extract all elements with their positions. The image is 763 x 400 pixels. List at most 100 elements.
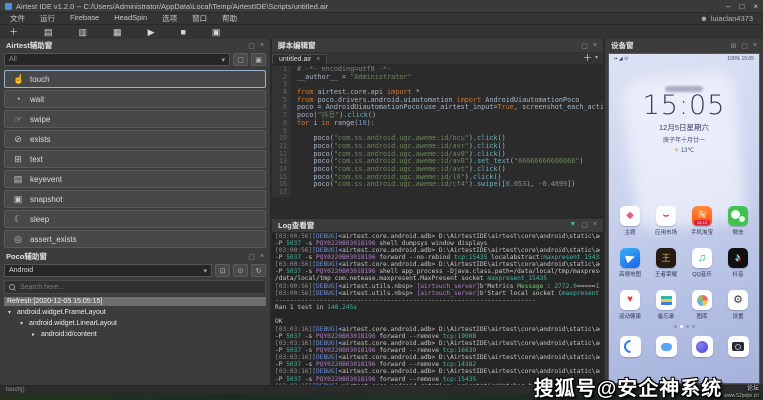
device-tools-icon[interactable]: ⊞ — [730, 42, 736, 50]
app-shortcut[interactable]: 微信 — [720, 206, 756, 236]
app-shortcut[interactable]: 高德地图 — [612, 248, 648, 278]
menu-item[interactable]: 选项 — [162, 13, 177, 24]
app-shortcut[interactable]: 王者荣耀 — [648, 248, 684, 278]
menu-item[interactable]: Firebase — [70, 13, 99, 24]
menu-item[interactable]: HeadSpin — [114, 13, 147, 24]
code-editor[interactable]: 1 # -*- encoding=utf8 -*- 2 __author__ =… — [272, 65, 603, 219]
float-panel-icon[interactable]: ▢ — [741, 42, 748, 50]
app-shortcut[interactable]: 应用市场 — [648, 206, 684, 236]
account-area[interactable]: ☻ luiaclan4373 — [700, 14, 753, 23]
airtest-action-button[interactable]: ◎ assert_exists — [4, 230, 266, 248]
app-shortcut[interactable]: 运动健康 — [612, 290, 648, 320]
tab-close-icon[interactable]: × — [316, 56, 320, 63]
save-as-button[interactable]: ▦ — [113, 28, 122, 37]
open-file-button[interactable]: ▤ — [44, 28, 53, 37]
editor-tab[interactable]: untitled.air × — [272, 54, 327, 64]
device-screen[interactable]: ▪▪ ◢ ⊙ 100% 15:05 15:05 12月5日星期六 庚子年十月廿一… — [608, 53, 760, 384]
poco-refresh-entry[interactable]: Refresh:[2020-12-05 15:05:15] — [4, 297, 266, 306]
tree-expander-icon[interactable]: ▸ — [32, 331, 38, 338]
float-panel-icon[interactable]: ▢ — [581, 221, 588, 229]
app-icon[interactable] — [620, 290, 640, 310]
menu-item[interactable]: 窗口 — [192, 13, 207, 24]
airtest-action-button[interactable]: ⊞ text — [4, 150, 266, 168]
menu-item[interactable]: 帮助 — [222, 13, 237, 24]
app-icon[interactable] — [620, 336, 641, 357]
airtest-snippet-button[interactable]: ▣ — [251, 53, 266, 66]
app-icon[interactable] — [692, 290, 712, 310]
app-icon[interactable] — [656, 336, 677, 357]
app-shortcut[interactable]: 图库 — [684, 290, 720, 320]
float-panel-icon[interactable]: ▢ — [581, 42, 588, 50]
close-button[interactable]: × — [753, 2, 758, 11]
app-shortcut[interactable]: 12.12 手机淘宝 — [684, 206, 720, 236]
dock-shortcut[interactable]: 浏览器 — [684, 336, 720, 357]
airtest-action-button[interactable]: ☝ touch — [4, 70, 266, 88]
stop-script-button[interactable]: ■ — [180, 28, 185, 37]
app-icon[interactable] — [656, 290, 676, 310]
close-panel-icon[interactable]: × — [753, 42, 757, 50]
poco-inspect-button[interactable]: ⊙ — [233, 264, 248, 277]
app-icon[interactable] — [656, 248, 676, 268]
log-view[interactable]: [03:00:56][DEBUG]<airtest.core.android.a… — [272, 232, 603, 387]
menu-item[interactable]: 文件 — [10, 13, 25, 24]
poco-tree-node[interactable]: ▾ android.widget.LinearLayout — [4, 318, 266, 329]
app-shortcut[interactable]: 主题 — [612, 206, 648, 236]
maximize-button[interactable]: □ — [739, 2, 744, 11]
new-tab-button[interactable]: ＋ — [583, 51, 592, 64]
app-shortcut[interactable]: QQ音乐 — [684, 248, 720, 278]
poco-search-input[interactable]: Search here... — [4, 280, 266, 294]
app-icon[interactable] — [728, 290, 748, 310]
tree-expander-icon[interactable]: ▾ — [20, 320, 26, 327]
poco-lock-button[interactable]: ⊡ — [215, 264, 230, 277]
app-icon[interactable] — [692, 336, 713, 357]
app-shortcut[interactable]: 抖音 — [720, 248, 756, 278]
phone-status-bar: ▪▪ ◢ ⊙ 100% 15:05 — [609, 54, 759, 64]
action-icon: ☾ — [13, 214, 23, 225]
app-icon[interactable] — [728, 206, 748, 226]
app-icon[interactable] — [620, 206, 640, 226]
run-script-button[interactable]: ▶ — [148, 28, 155, 37]
app-icon[interactable] — [728, 248, 748, 268]
record-button[interactable]: ▣ — [212, 28, 221, 37]
app-shortcut[interactable]: 设置 — [720, 290, 756, 320]
airtest-action-button[interactable]: ☞ swipe — [4, 110, 266, 128]
menu-item[interactable]: 运行 — [40, 13, 55, 24]
airtest-doc-button[interactable]: ▢ — [233, 53, 248, 66]
close-panel-icon[interactable]: × — [260, 42, 264, 50]
airtest-action-button[interactable]: ◔ wait — [4, 90, 266, 108]
app-icon[interactable]: 12.12 — [692, 206, 712, 226]
app-label: 设置 — [732, 312, 743, 320]
new-file-button[interactable]: ＋ — [9, 28, 18, 37]
dock-shortcut[interactable]: 相机 — [720, 336, 756, 357]
airtest-action-button[interactable]: ▣ snapshot — [4, 190, 266, 208]
airtest-filter-dropdown[interactable]: All ▾ — [4, 53, 230, 66]
chevron-down-icon: ▾ — [203, 267, 207, 275]
app-icon[interactable] — [620, 248, 640, 268]
app-icon[interactable] — [692, 248, 712, 268]
save-button[interactable]: ▥ — [79, 28, 88, 37]
poco-tree-node[interactable]: ▸ android:id/content — [4, 329, 266, 340]
close-panel-icon[interactable]: × — [593, 42, 597, 50]
log-line: -P 5037 -s PQY0220B03018196 forward --re… — [275, 333, 600, 340]
close-panel-icon[interactable]: × — [593, 221, 597, 229]
dock-shortcut[interactable]: 信息 — [648, 336, 684, 357]
poco-refresh-button[interactable]: ↻ — [251, 264, 266, 277]
app-icon[interactable] — [728, 336, 749, 357]
airtest-action-button[interactable]: ☾ sleep — [4, 210, 266, 228]
minimize-button[interactable]: – — [726, 2, 730, 11]
airtest-action-button[interactable]: ▤ keyevent — [4, 170, 266, 188]
tree-expander-icon[interactable]: ▾ — [8, 309, 14, 316]
float-panel-icon[interactable]: ▢ — [248, 42, 255, 50]
app-icon[interactable] — [656, 206, 676, 226]
airtest-action-button[interactable]: ⊘ exists — [4, 130, 266, 148]
poco-driver-dropdown[interactable]: Android ▾ — [4, 264, 212, 277]
log-filter-icon[interactable]: ▼ — [569, 221, 576, 229]
app-shortcut[interactable]: 备忘录 — [648, 290, 684, 320]
sun-icon: ☀ — [674, 148, 679, 154]
dock-shortcut[interactable]: 电话 — [612, 336, 648, 357]
editor-panel-header: 脚本编辑窗 ▢ × — [272, 39, 603, 52]
chevron-down-icon[interactable]: ▾ — [595, 54, 598, 61]
close-panel-icon[interactable]: × — [260, 253, 264, 261]
poco-tree-node[interactable]: ▾ android.widget.FrameLayout — [4, 307, 266, 318]
float-panel-icon[interactable]: ▢ — [248, 253, 255, 261]
